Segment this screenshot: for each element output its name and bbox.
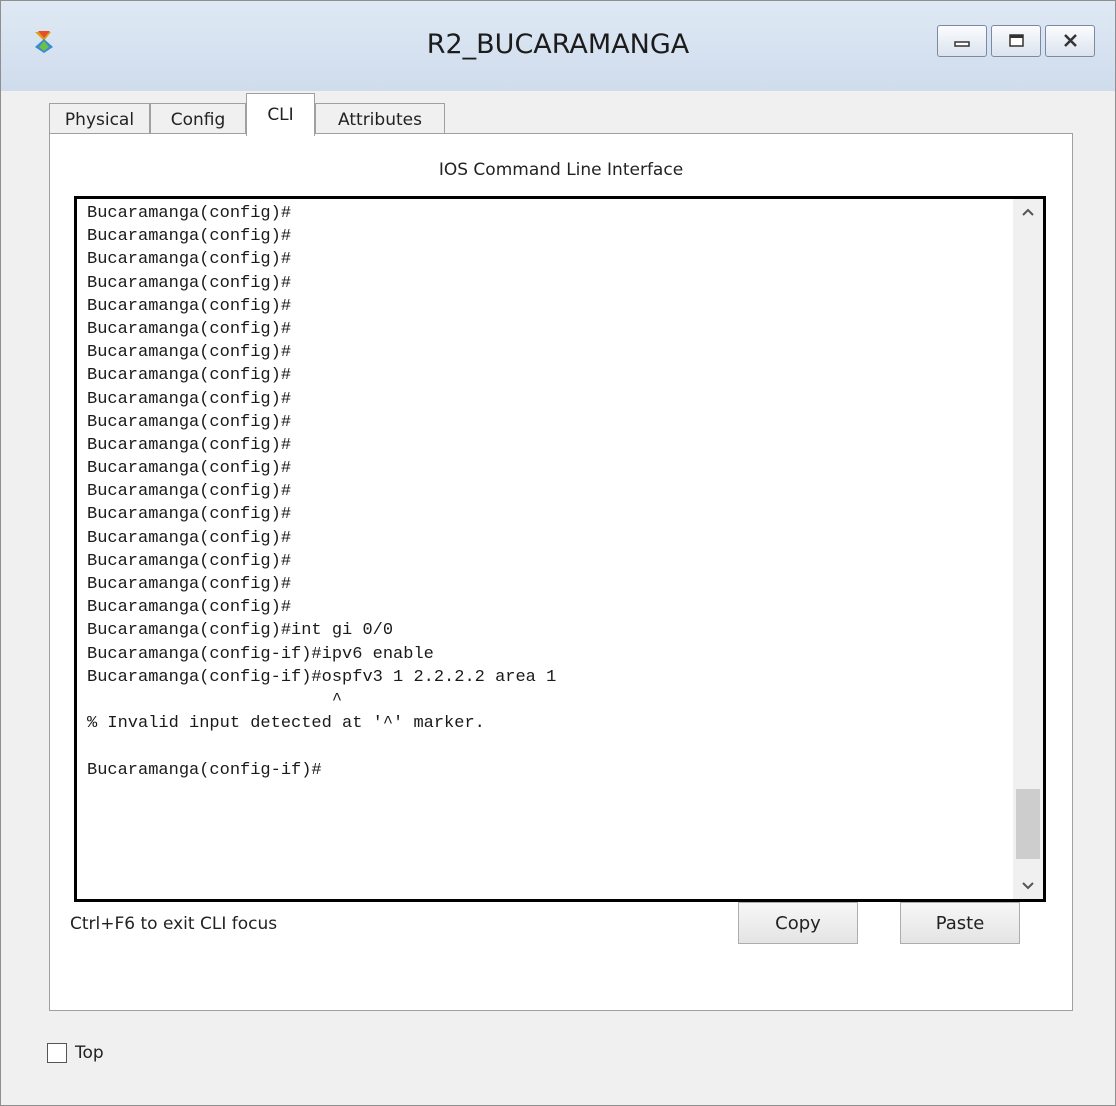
terminal-line: Bucaramanga(config)# [87, 435, 292, 455]
terminal-line: Bucaramanga(config)# [87, 389, 292, 409]
terminal-line: Bucaramanga(config)# [87, 204, 292, 223]
terminal-line: Bucaramanga(config)# [87, 575, 292, 594]
terminal-line: Bucaramanga(config)# [87, 598, 292, 618]
terminal-line: Bucaramanga(config)# [87, 227, 292, 247]
tab-attributes[interactable]: Attributes [315, 103, 445, 135]
tab-cli[interactable]: CLI [246, 93, 315, 136]
terminal-line: Bucaramanga(config)# [87, 505, 292, 525]
terminal-line: Bucaramanga(config)# [87, 482, 292, 502]
terminal-line: Bucaramanga(config)# [87, 528, 292, 548]
maximize-button[interactable] [991, 25, 1041, 57]
maximize-icon [1009, 34, 1024, 47]
minimize-icon [954, 41, 970, 47]
top-checkbox-label: Top [75, 1043, 104, 1063]
copy-button[interactable]: Copy [738, 902, 858, 944]
close-button[interactable] [1045, 25, 1095, 57]
terminal-line: Bucaramanga(config)# [87, 551, 292, 571]
terminal-line: Bucaramanga(config)# [87, 296, 292, 316]
terminal-line: Bucaramanga(config)# [87, 343, 292, 363]
router-window: R2_BUCARAMANGA Physical Config CLI Attri… [0, 0, 1116, 1106]
chevron-up-icon [1022, 208, 1034, 216]
terminal-line: % Invalid input detected at '^' marker. [87, 714, 485, 734]
chevron-down-icon [1022, 882, 1034, 890]
top-checkbox[interactable] [47, 1043, 67, 1063]
vertical-scrollbar[interactable] [1013, 199, 1043, 899]
terminal-line: Bucaramanga(config-if)#ipv6 enable [87, 644, 434, 664]
terminal-line: Bucaramanga(config)# [87, 250, 292, 270]
scroll-thumb[interactable] [1016, 789, 1040, 859]
terminal-line: Bucaramanga(config)# [87, 459, 292, 479]
paste-button[interactable]: Paste [900, 902, 1020, 944]
terminal-line: Bucaramanga(config)# [87, 412, 292, 432]
window-controls [933, 25, 1095, 57]
title-bar[interactable]: R2_BUCARAMANGA [1, 1, 1115, 91]
window-client-area: Physical Config CLI Attributes IOS Comma… [9, 91, 1107, 1097]
scroll-up-arrow[interactable] [1013, 199, 1043, 225]
terminal-line: Bucaramanga(config-if)#ospfv3 1 2.2.2.2 … [87, 667, 557, 687]
terminal-line: Bucaramanga(config)# [87, 273, 292, 293]
panel-title: IOS Command Line Interface [438, 160, 684, 180]
minimize-button[interactable] [937, 25, 987, 57]
tab-config[interactable]: Config [150, 103, 246, 135]
terminal-line: Bucaramanga(config-if)# [87, 760, 322, 780]
top-option[interactable]: Top [47, 1043, 104, 1063]
terminal-line: ^ [87, 690, 343, 710]
cli-terminal[interactable]: Bucaramanga(config)# Bucaramanga(config)#… [74, 196, 1046, 902]
cli-panel: IOS Command Line Interface Bucaramanga(c… [49, 133, 1073, 1011]
close-icon [1064, 34, 1077, 47]
terminal-output: Bucaramanga(config)# Bucaramanga(config)#… [87, 202, 1007, 782]
exit-focus-hint: Ctrl+F6 to exit CLI focus [70, 914, 278, 934]
scroll-down-arrow[interactable] [1013, 873, 1043, 899]
tab-physical[interactable]: Physical [49, 103, 150, 135]
terminal-line: Bucaramanga(config)#int gi 0/0 [87, 621, 394, 641]
terminal-line: Bucaramanga(config)# [87, 366, 292, 386]
terminal-line: Bucaramanga(config)# [87, 319, 292, 339]
